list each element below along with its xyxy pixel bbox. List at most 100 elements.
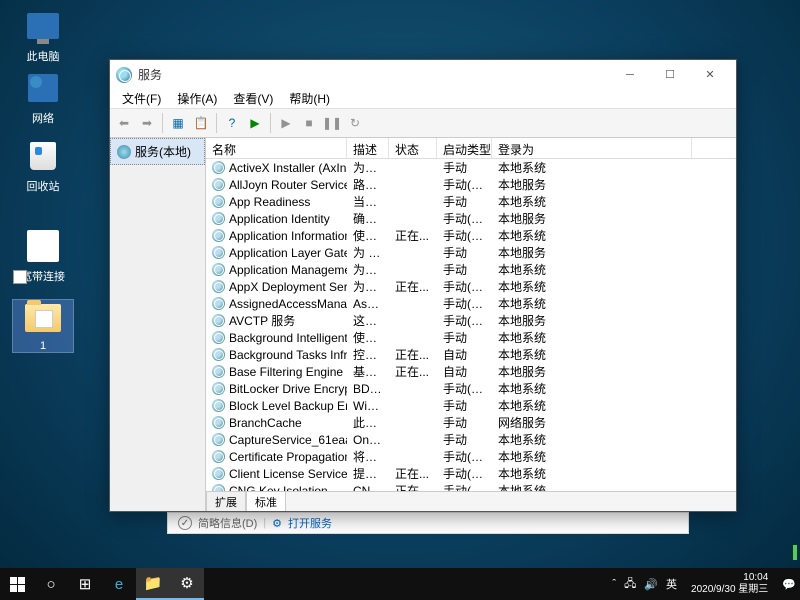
gear-icon: ⚙ <box>272 517 282 530</box>
service-name: App Readiness <box>229 195 310 209</box>
column-header[interactable]: 名称 <box>206 138 347 158</box>
volume-icon[interactable]: 🔊 <box>644 578 658 591</box>
service-startup: 手动(触发... <box>437 295 492 312</box>
column-header[interactable]: 启动类型 <box>437 138 492 158</box>
service-row[interactable]: CaptureService_61eaaOne...手动本地系统 <box>206 431 736 448</box>
export-button[interactable]: 📋 <box>190 112 212 134</box>
service-desc: BDE... <box>347 382 389 396</box>
desktop-icon-broadband[interactable]: 宽带连接 <box>13 228 73 284</box>
service-startup: 手动(触发... <box>437 210 492 227</box>
desktop-icon-this-pc[interactable]: 此电脑 <box>13 8 73 64</box>
service-desc: 使用... <box>347 329 389 346</box>
services-taskbar-icon[interactable]: ⚙ <box>170 568 204 600</box>
explorer-icon[interactable]: 📁 <box>136 568 170 600</box>
service-startup: 手动(触发... <box>437 227 492 244</box>
tab-standard[interactable]: 标准 <box>246 491 286 511</box>
services-local-node[interactable]: 服务(本地) <box>110 138 205 165</box>
performance-gadget <box>793 510 797 560</box>
services-list[interactable]: ActiveX Installer (AxInstSV)为从...手动本地系统A… <box>206 159 736 491</box>
service-startup: 手动(触发... <box>437 278 492 295</box>
cortana-button[interactable]: ○ <box>34 568 68 600</box>
fragment-link[interactable]: 打开服务 <box>288 515 332 531</box>
service-row[interactable]: Base Filtering Engine基本...正在...自动本地服务 <box>206 363 736 380</box>
shield-icon: ✓ <box>178 516 192 530</box>
service-row[interactable]: BitLocker Drive Encryptio...BDE...手动(触发.… <box>206 380 736 397</box>
service-row[interactable]: AssignedAccessManager...Assi...手动(触发...本… <box>206 295 736 312</box>
service-logon: 本地系统 <box>492 227 692 244</box>
service-logon: 本地系统 <box>492 159 692 176</box>
desktop-icon-recycle-bin[interactable]: 回收站 <box>13 138 73 194</box>
service-name: AllJoyn Router Service <box>229 178 347 192</box>
service-icon <box>212 484 225 491</box>
menu-item[interactable]: 查看(V) <box>225 88 281 109</box>
ime-indicator[interactable]: 英 <box>666 576 677 592</box>
service-name: Background Tasks Infras... <box>229 348 347 362</box>
menu-item[interactable]: 文件(F) <box>114 88 169 109</box>
start-menu-button[interactable] <box>0 568 34 600</box>
service-row[interactable]: App Readiness当用...手动本地系统 <box>206 193 736 210</box>
help-button[interactable]: ? <box>221 112 243 134</box>
clock[interactable]: 10:04 2020/9/30 星期三 <box>685 572 774 596</box>
service-row[interactable]: CNG Key IsolationCNG...正在...手动(触发...本地系统 <box>206 482 736 491</box>
tab-extended[interactable]: 扩展 <box>206 491 246 511</box>
service-desc: One... <box>347 433 389 447</box>
service-desc: 此服... <box>347 414 389 431</box>
forward-button: ➡ <box>136 112 158 134</box>
close-button[interactable]: ✕ <box>690 61 730 88</box>
notifications-icon[interactable]: 💬 <box>782 578 796 591</box>
service-row[interactable]: AppX Deployment Servic...为部...正在...手动(触发… <box>206 278 736 295</box>
network-tray-icon[interactable]: 🖧 <box>624 575 636 594</box>
service-status: 正在... <box>389 278 437 295</box>
task-view-button[interactable]: ⊞ <box>68 568 102 600</box>
service-row[interactable]: Block Level Backup Engi...Win...手动本地系统 <box>206 397 736 414</box>
service-row[interactable]: AVCTP 服务这是...手动(触发...本地服务 <box>206 312 736 329</box>
edge-icon[interactable]: e <box>102 568 136 600</box>
service-desc: 路由... <box>347 176 389 193</box>
column-header[interactable]: 描述 <box>347 138 389 158</box>
service-startup: 手动 <box>437 193 492 210</box>
menu-item[interactable]: 帮助(H) <box>281 88 338 109</box>
service-row[interactable]: Client License Service (Cli...提供...正在...… <box>206 465 736 482</box>
service-desc: 为部... <box>347 278 389 295</box>
service-row[interactable]: Application Information使用...正在...手动(触发..… <box>206 227 736 244</box>
service-row[interactable]: AllJoyn Router Service路由...手动(触发...本地服务 <box>206 176 736 193</box>
desktop-icon-network[interactable]: 网络 <box>13 70 73 126</box>
service-icon <box>212 450 225 463</box>
service-row[interactable]: Certificate Propagation将用...手动(触发...本地系统 <box>206 448 736 465</box>
service-startup: 手动(触发... <box>437 448 492 465</box>
column-header[interactable]: 状态 <box>389 138 437 158</box>
service-logon: 本地服务 <box>492 210 692 227</box>
service-icon <box>212 297 225 310</box>
show-hide-button[interactable]: ▦ <box>167 112 189 134</box>
maximize-button[interactable]: ☐ <box>650 61 690 88</box>
minimize-button[interactable]: ─ <box>610 61 650 88</box>
service-logon: 本地系统 <box>492 482 692 491</box>
icon-label: 此电脑 <box>13 48 73 64</box>
service-startup: 手动 <box>437 397 492 414</box>
service-row[interactable]: Background Tasks Infras...控制...正在...自动本地… <box>206 346 736 363</box>
stop-button: ■ <box>298 112 320 134</box>
service-desc: CNG... <box>347 484 389 492</box>
service-name: Application Layer Gatew... <box>229 246 347 260</box>
column-header[interactable]: 登录为 <box>492 138 692 158</box>
desktop-icon-folder-1[interactable]: 1 <box>13 300 73 352</box>
service-icon <box>212 314 225 327</box>
service-desc: 使用... <box>347 227 389 244</box>
service-icon <box>212 365 225 378</box>
service-logon: 本地系统 <box>492 329 692 346</box>
service-name: Background Intelligent T... <box>229 331 347 345</box>
service-icon <box>212 467 225 480</box>
service-status: 正在... <box>389 346 437 363</box>
service-row[interactable]: Background Intelligent T...使用...手动本地系统 <box>206 329 736 346</box>
service-row[interactable]: Application Layer Gatew...为 In...手动本地服务 <box>206 244 736 261</box>
tray-chevron-icon[interactable]: ˆ <box>612 578 616 590</box>
service-row[interactable]: Application Management为通...手动本地系统 <box>206 261 736 278</box>
service-row[interactable]: Application Identity确定...手动(触发...本地服务 <box>206 210 736 227</box>
service-row[interactable]: BranchCache此服...手动网络服务 <box>206 414 736 431</box>
service-row[interactable]: ActiveX Installer (AxInstSV)为从...手动本地系统 <box>206 159 736 176</box>
refresh-button[interactable]: ▶ <box>244 112 266 134</box>
titlebar[interactable]: 服务 ─ ☐ ✕ <box>110 60 736 89</box>
menu-item[interactable]: 操作(A) <box>169 88 225 109</box>
service-desc: 提供... <box>347 465 389 482</box>
service-logon: 本地系统 <box>492 278 692 295</box>
